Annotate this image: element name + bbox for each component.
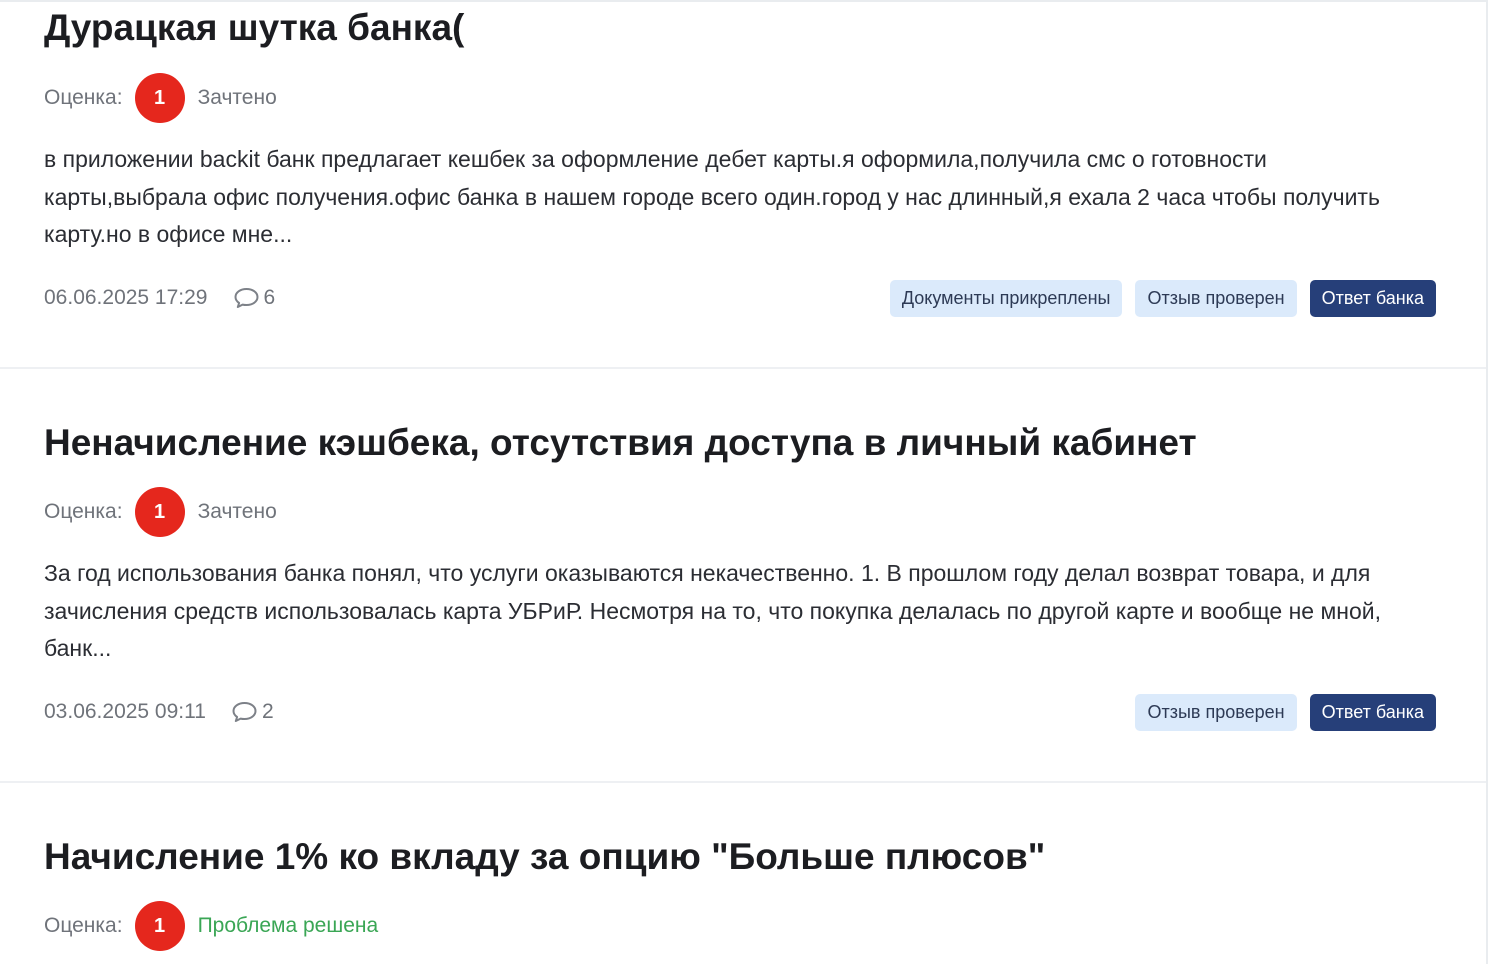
review-card: Начисление 1% ко вкладу за опцию "Больше… — [0, 782, 1486, 964]
rating-label: Оценка: — [44, 914, 123, 937]
tag-review-verified: Отзыв проверен — [1135, 280, 1297, 317]
reviews-list: Дурацкая шутка банка( Оценка: 1 Зачтено … — [0, 0, 1488, 964]
review-tags: Отзыв проверен Ответ банка — [1122, 694, 1436, 731]
tag-review-verified: Отзыв проверен — [1135, 694, 1297, 731]
comments-link[interactable]: 6 — [233, 286, 276, 310]
review-tags: Документы прикреплены Отзыв проверен Отв… — [877, 280, 1436, 317]
review-date: 03.06.2025 09:11 — [44, 700, 206, 723]
review-card: Дурацкая шутка банка( Оценка: 1 Зачтено … — [0, 2, 1486, 368]
review-rating: Оценка: 1 Зачтено — [44, 487, 277, 537]
tag-bank-response[interactable]: Ответ банка — [1309, 280, 1436, 317]
review-excerpt[interactable]: За год использования банка понял, что ус… — [44, 555, 1424, 668]
rating-label: Оценка: — [44, 86, 123, 109]
comment-count: 6 — [263, 286, 276, 309]
speech-bubble-icon — [234, 288, 258, 308]
review-excerpt[interactable]: в приложении backit банк предлагает кешб… — [44, 141, 1424, 254]
review-rating: Оценка: 1 Зачтено — [44, 73, 277, 123]
comment-count: 2 — [261, 700, 274, 723]
score-badge: 1 — [134, 487, 185, 537]
tag-bank-response[interactable]: Ответ банка — [1309, 694, 1436, 731]
tag-documents-attached: Документы прикреплены — [889, 280, 1123, 317]
review-date: 06.06.2025 17:29 — [44, 286, 208, 309]
review-title[interactable]: Дурацкая шутка банка( — [44, 5, 464, 51]
speech-bubble-icon — [232, 702, 257, 722]
review-title[interactable]: Неначисление кэшбека, отсутствия доступа… — [44, 420, 1197, 466]
comments-link[interactable]: 2 — [231, 700, 274, 724]
review-card: Неначисление кэшбека, отсутствия доступа… — [0, 368, 1486, 782]
score-badge: 1 — [134, 901, 185, 951]
review-rating: Оценка: 1 Проблема решена — [44, 901, 378, 951]
review-title[interactable]: Начисление 1% ко вкладу за опцию "Больше… — [44, 834, 1045, 880]
review-status: Зачтено — [197, 86, 277, 109]
review-status: Зачтено — [197, 500, 277, 523]
review-meta: 03.06.2025 09:11 2 — [44, 693, 274, 731]
review-meta: 06.06.2025 17:29 6 — [44, 279, 275, 317]
review-status: Проблема решена — [197, 914, 379, 937]
score-badge: 1 — [134, 73, 185, 123]
rating-label: Оценка: — [44, 500, 123, 523]
